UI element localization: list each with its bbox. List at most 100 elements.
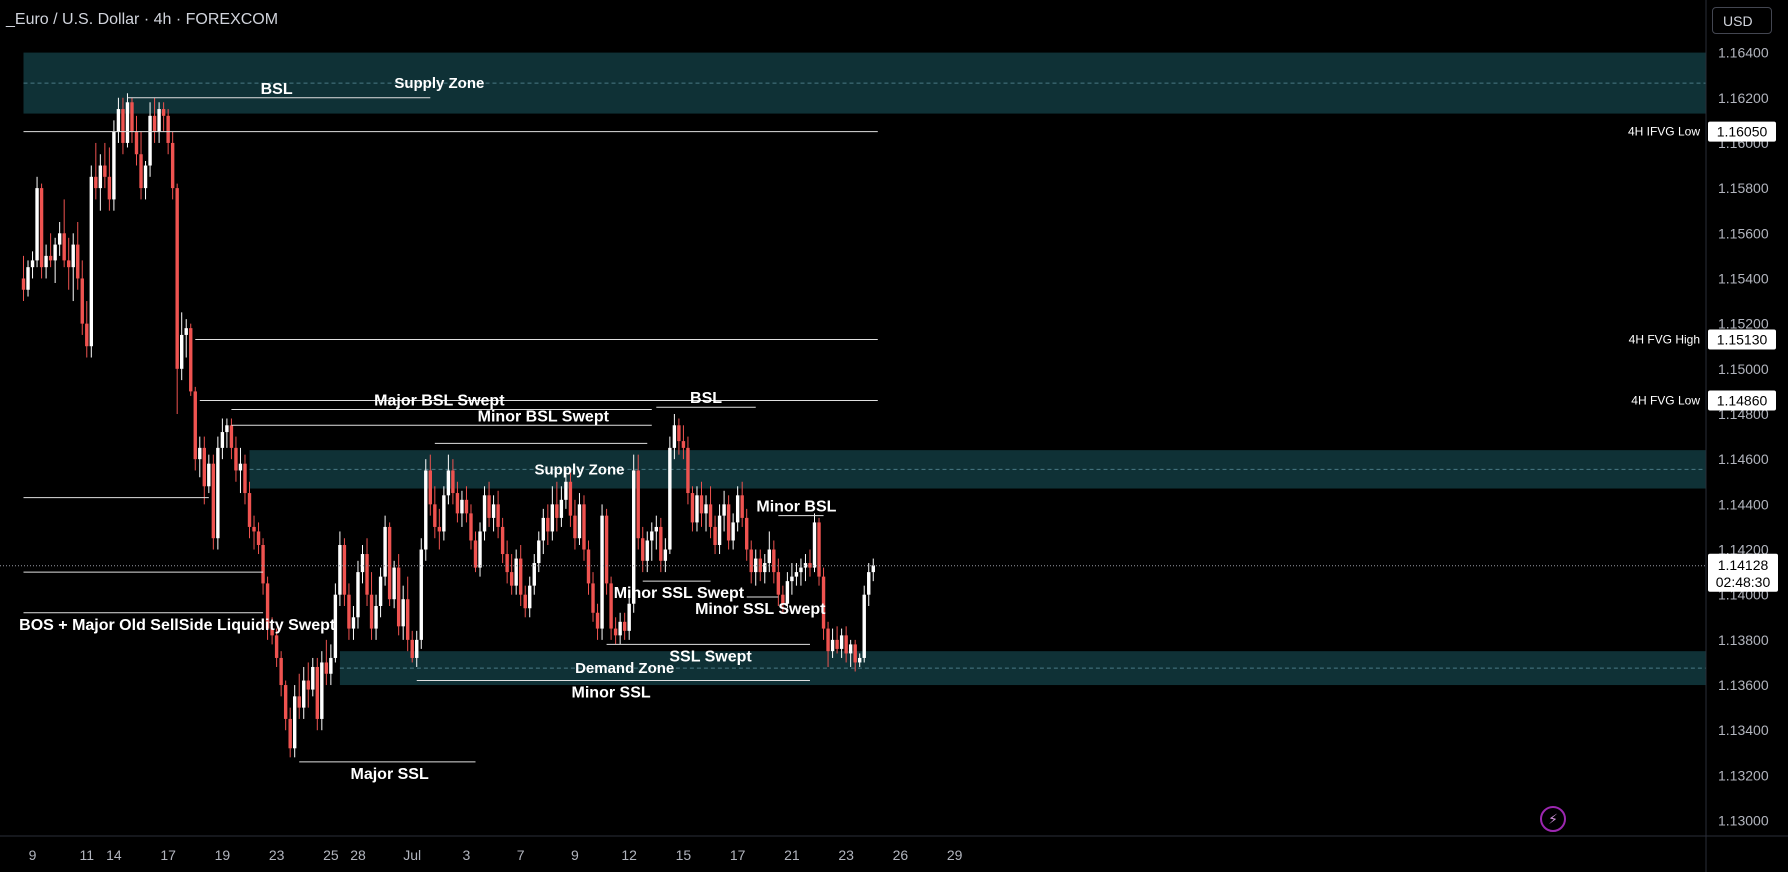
candle-body <box>220 432 225 448</box>
candle-body <box>853 644 857 663</box>
candle-body <box>392 567 396 600</box>
candle-body <box>356 572 360 618</box>
candle-body <box>650 531 654 541</box>
candle-body <box>455 493 460 514</box>
candle-body <box>433 504 437 527</box>
candle-body <box>342 545 347 595</box>
candle-body <box>790 576 794 582</box>
x-tick-label: 23 <box>269 847 285 863</box>
candle-body <box>839 635 844 649</box>
candle-body <box>835 639 839 649</box>
x-tick-label: 9 <box>571 847 579 863</box>
bar-countdown: 02:48:30 <box>1716 574 1771 590</box>
y-tick-label: 1.16400 <box>1718 45 1769 61</box>
candle-body <box>152 115 157 132</box>
candle-body <box>568 481 573 516</box>
axis-line-label: 4H IFVG Low <box>1628 125 1700 139</box>
y-tick-label: 1.14600 <box>1718 451 1769 467</box>
candle-body <box>48 255 53 261</box>
candle-body <box>437 526 442 532</box>
lightning-icon[interactable]: ⚡ <box>1540 806 1566 832</box>
candle-body <box>184 328 188 335</box>
candle-body <box>130 102 134 132</box>
candle-body <box>415 639 419 658</box>
candle-body <box>519 558 523 595</box>
candle-body <box>211 463 216 539</box>
level-label: BSL <box>690 390 722 407</box>
candle-body <box>613 628 618 636</box>
y-tick-label: 1.15600 <box>1718 225 1769 241</box>
x-tick-label: 11 <box>80 847 95 863</box>
y-tick-label: 1.13800 <box>1718 632 1769 648</box>
candle-body <box>297 696 301 708</box>
candle-body <box>35 188 39 261</box>
level-label: BSL <box>261 81 293 98</box>
candle-body <box>320 662 324 719</box>
y-tick-label: 1.15200 <box>1718 316 1769 332</box>
candle-body <box>586 549 591 584</box>
x-tick-label: 7 <box>517 847 525 863</box>
candle-body <box>338 545 342 595</box>
candle-body <box>735 495 740 523</box>
candle-body <box>288 718 292 749</box>
candle-body <box>57 233 62 245</box>
candle-body <box>39 188 44 268</box>
candle-body <box>216 447 220 539</box>
candle-body <box>582 504 586 550</box>
zone-label: Demand Zone <box>575 660 674 677</box>
candle-body <box>817 522 821 577</box>
candle-body <box>406 599 410 640</box>
candle-body <box>107 176 112 200</box>
x-tick-label: 14 <box>106 847 122 863</box>
candle-body <box>125 102 130 143</box>
candle-body <box>315 666 319 719</box>
level-label: Minor SSL Swept <box>695 601 826 618</box>
candle-body <box>509 572 514 586</box>
candle-body <box>365 554 369 595</box>
candle-body <box>243 463 247 494</box>
candle-body <box>464 499 469 514</box>
candle-body <box>668 447 672 550</box>
candle-body <box>112 131 116 200</box>
x-tick-label: 21 <box>784 847 800 863</box>
candle-body <box>410 639 414 658</box>
candle-body <box>89 176 93 347</box>
x-tick-label: 17 <box>160 847 176 863</box>
x-tick-label: 9 <box>29 847 37 863</box>
candle-body <box>442 495 446 532</box>
level-label: Minor BSL <box>756 499 836 516</box>
candle-body <box>329 657 333 674</box>
candle-body <box>274 635 279 658</box>
candle-body <box>374 605 378 629</box>
candle-body <box>424 470 428 550</box>
candle-body <box>645 540 649 561</box>
candle-body <box>867 572 871 595</box>
candle-body <box>369 594 374 629</box>
currency-button[interactable]: USD <box>1712 7 1772 34</box>
y-tick-label: 1.15000 <box>1718 361 1769 377</box>
y-tick-label: 1.14400 <box>1718 496 1769 512</box>
y-tick-label: 1.13600 <box>1718 677 1769 693</box>
chart-canvas[interactable]: Supply Zone Supply Zone Demand Zone BSL Majo… <box>0 0 1788 872</box>
y-tick-label: 1.15800 <box>1718 180 1769 196</box>
candle-body <box>848 644 853 654</box>
candle-body <box>776 572 781 595</box>
candle-body <box>681 441 686 448</box>
candle-body <box>844 635 848 654</box>
candle-body <box>772 549 776 573</box>
candle-body <box>740 495 744 518</box>
candle-body <box>139 154 143 189</box>
candle-body <box>283 685 288 719</box>
candle-body <box>609 583 613 629</box>
candle-body <box>559 499 564 518</box>
symbol-title[interactable]: _Euro / U.S. Dollar · 4h · FOREXCOM <box>6 11 278 29</box>
candle-body <box>419 549 423 640</box>
candle-body <box>428 470 432 505</box>
candle-body <box>555 504 559 518</box>
candle-body <box>170 142 175 189</box>
candle-body <box>44 255 48 268</box>
candle-body <box>871 565 875 573</box>
candle-body <box>622 621 627 631</box>
candle-body <box>446 470 451 496</box>
candle-body <box>690 493 695 523</box>
